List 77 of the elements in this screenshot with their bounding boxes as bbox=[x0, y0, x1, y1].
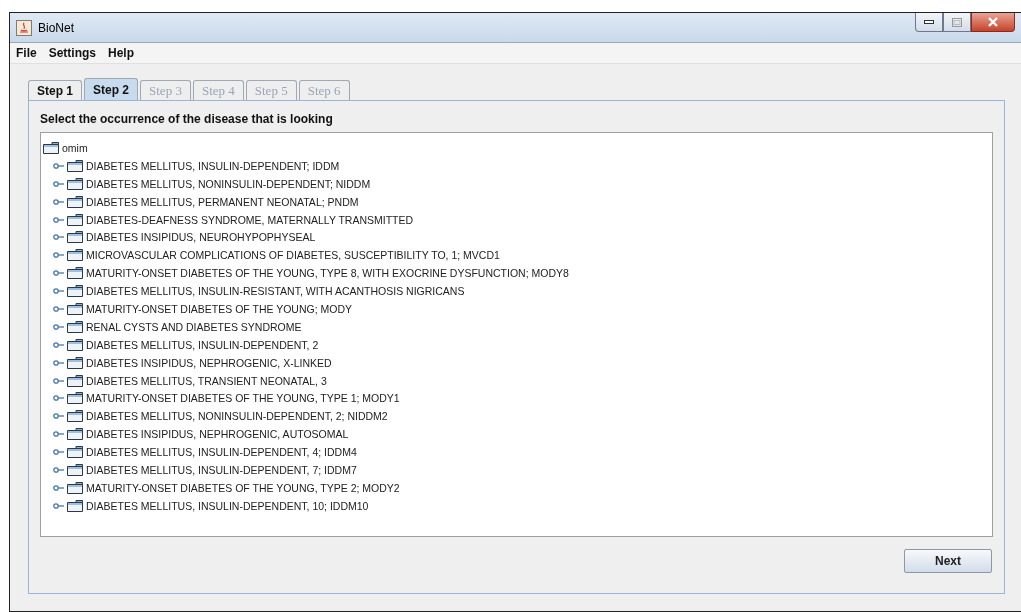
folder-icon bbox=[67, 481, 83, 494]
minimize-icon bbox=[924, 20, 934, 24]
expand-handle-icon[interactable] bbox=[53, 161, 64, 170]
folder-icon bbox=[67, 392, 83, 405]
tree-item[interactable]: DIABETES MELLITUS, INSULIN-DEPENDENT, 10; IDDM10 bbox=[86, 499, 369, 512]
tree-item[interactable]: MATURITY-ONSET DIABETES OF THE YOUNG; MODY bbox=[86, 302, 353, 315]
folder-icon bbox=[67, 320, 83, 333]
expand-handle-icon[interactable] bbox=[53, 322, 64, 331]
folder-icon bbox=[67, 159, 83, 172]
minimize-button[interactable] bbox=[915, 13, 943, 32]
maximize-button[interactable] bbox=[943, 13, 971, 32]
expand-handle-icon[interactable] bbox=[53, 197, 64, 206]
tree-item[interactable]: RENAL CYSTS AND DIABETES SYNDROME bbox=[86, 320, 302, 333]
instruction-text: Select the occurrence of the disease that is looking bbox=[40, 112, 333, 126]
tree-item[interactable]: DIABETES MELLITUS, INSULIN-DEPENDENT, 4; IDDM4 bbox=[86, 446, 357, 459]
folder-icon bbox=[67, 410, 83, 423]
tree-item[interactable]: MICROVASCULAR COMPLICATIONS OF DIABETES, SUSCEPTIBILITY TO, 1; MVCD1 bbox=[86, 249, 500, 262]
expand-handle-icon[interactable] bbox=[53, 483, 64, 492]
folder-icon bbox=[67, 428, 83, 441]
expand-handle-icon[interactable] bbox=[53, 501, 64, 510]
expand-handle-icon[interactable] bbox=[53, 394, 64, 403]
next-button[interactable]: Next bbox=[904, 549, 992, 573]
tree-item[interactable]: DIABETES MELLITUS, TRANSIENT NEONATAL, 3 bbox=[86, 374, 327, 387]
expand-handle-icon[interactable] bbox=[53, 376, 64, 385]
tree-item[interactable]: DIABETES INSIPIDUS, NEPHROGENIC, X-LINKED bbox=[86, 356, 332, 369]
folder-icon bbox=[67, 302, 83, 315]
expand-handle-icon[interactable] bbox=[53, 412, 64, 421]
app-icon bbox=[16, 19, 32, 36]
folder-icon bbox=[67, 463, 83, 476]
expand-handle-icon[interactable] bbox=[53, 465, 64, 474]
folder-icon bbox=[67, 213, 83, 226]
tree-item[interactable]: DIABETES MELLITUS, INSULIN-RESISTANT, WITH ACANTHOSIS NIGRICANS bbox=[86, 285, 465, 298]
tree-item[interactable]: MATURITY-ONSET DIABETES OF THE YOUNG, TYPE 2; MODY2 bbox=[86, 481, 400, 494]
expand-handle-icon[interactable] bbox=[53, 215, 64, 224]
folder-icon bbox=[67, 285, 83, 298]
expand-handle-icon[interactable] bbox=[53, 430, 64, 439]
folder-icon bbox=[67, 356, 83, 369]
tree-item[interactable]: DIABETES-DEAFNESS SYNDROME, MATERNALLY TRANSMITTED bbox=[86, 213, 414, 226]
tree-item[interactable]: DIABETES MELLITUS, NONINSULIN-DEPENDENT; NIDDM bbox=[86, 177, 371, 190]
folder-icon bbox=[67, 446, 83, 459]
close-button[interactable] bbox=[971, 13, 1015, 32]
folder-icon bbox=[67, 231, 83, 244]
tree-item[interactable]: DIABETES MELLITUS, INSULIN-DEPENDENT; IDDM bbox=[86, 159, 340, 172]
folder-icon bbox=[67, 249, 83, 262]
menu-item[interactable]: File bbox=[16, 46, 37, 60]
tree-item[interactable]: DIABETES MELLITUS, INSULIN-DEPENDENT, 7; IDDM7 bbox=[86, 463, 357, 476]
folder-icon bbox=[67, 374, 83, 387]
expand-handle-icon[interactable] bbox=[53, 340, 64, 349]
expand-handle-icon[interactable] bbox=[53, 304, 64, 313]
expand-handle-icon[interactable] bbox=[53, 358, 64, 367]
close-icon bbox=[987, 17, 999, 27]
expand-handle-icon[interactable] bbox=[53, 251, 64, 260]
tree-item[interactable]: DIABETES INSIPIDUS, NEUROHYPOPHYSEAL bbox=[86, 231, 316, 244]
folder-icon bbox=[67, 499, 83, 512]
menu-item[interactable]: Help bbox=[108, 46, 135, 60]
expand-handle-icon[interactable] bbox=[53, 287, 64, 296]
folder-icon bbox=[67, 267, 83, 280]
tree-item[interactable]: MATURITY-ONSET DIABETES OF THE YOUNG, TYPE 8, WITH EXOCRINE DYSFUNCTION; MODY8 bbox=[86, 267, 569, 280]
expand-handle-icon[interactable] bbox=[53, 448, 64, 457]
folder-icon bbox=[67, 177, 83, 190]
expand-handle-icon[interactable] bbox=[53, 233, 64, 242]
expand-handle-icon[interactable] bbox=[53, 179, 64, 188]
tree-item[interactable]: omim bbox=[62, 141, 88, 154]
tree-item[interactable]: DIABETES MELLITUS, NONINSULIN-DEPENDENT, 2; NIDDM2 bbox=[86, 410, 388, 423]
tree-item[interactable]: DIABETES INSIPIDUS, NEPHROGENIC, AUTOSOMAL bbox=[86, 428, 349, 441]
tab[interactable]: Step 2 bbox=[84, 78, 139, 100]
folder-icon bbox=[67, 338, 83, 351]
menu-item[interactable]: Settings bbox=[48, 46, 96, 60]
folder-icon bbox=[43, 141, 59, 154]
window-title: BioNet bbox=[38, 20, 75, 35]
tree-item[interactable]: DIABETES MELLITUS, INSULIN-DEPENDENT, 2 bbox=[86, 338, 319, 351]
tree-item[interactable]: MATURITY-ONSET DIABETES OF THE YOUNG, TYPE 1; MODY1 bbox=[86, 392, 400, 405]
maximize-icon bbox=[952, 17, 962, 27]
expand-handle-icon[interactable] bbox=[53, 269, 64, 278]
tree-item[interactable]: DIABETES MELLITUS, PERMANENT NEONATAL; PNDM bbox=[86, 195, 359, 208]
folder-icon bbox=[67, 195, 83, 208]
tab[interactable]: Step 1 bbox=[28, 80, 82, 100]
